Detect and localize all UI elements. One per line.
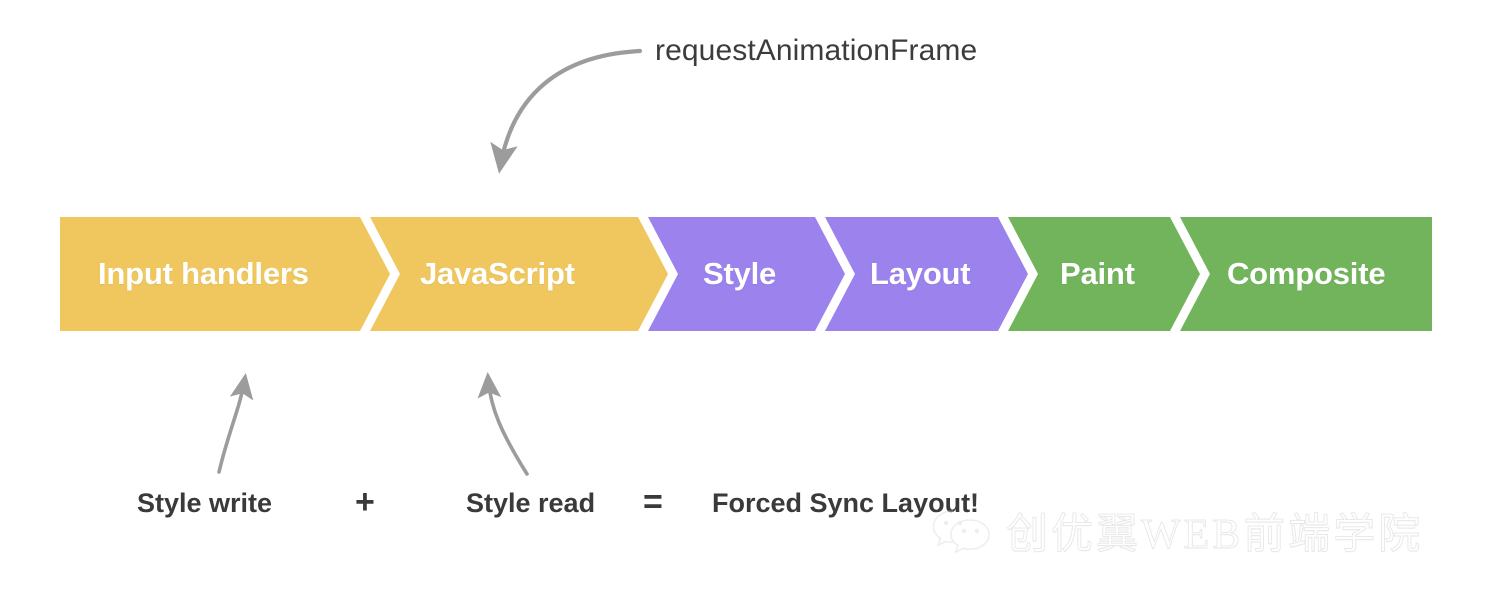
stage-label-layout[interactable]: Layout (870, 217, 971, 331)
stage-label-composite[interactable]: Composite (1227, 217, 1386, 331)
request-animation-frame-label: requestAnimationFrame (655, 34, 978, 67)
pipeline-bar: Input handlers JavaScript Style Layout P… (60, 217, 1432, 331)
stage-label-paint[interactable]: Paint (1060, 217, 1135, 331)
equals-operator: = (643, 483, 663, 521)
style-write-label: Style write (137, 488, 273, 518)
stage-label-javascript[interactable]: JavaScript (420, 217, 575, 331)
style-read-arrow (477, 371, 529, 476)
request-animation-frame-arrow (490, 48, 643, 174)
stage-label-style[interactable]: Style (703, 217, 776, 331)
rendering-pipeline-diagram: requestAnimationFrame Input handlers Jav… (0, 0, 1496, 605)
forced-sync-layout-label: Forced Sync Layout! (712, 488, 980, 518)
watermark-text: 创优翼WEB前端学院 (1005, 512, 1424, 559)
style-read-label: Style read (466, 488, 596, 518)
plus-operator: + (355, 483, 375, 521)
style-write-arrow (217, 373, 254, 474)
watermark: 创优翼WEB前端学院 (930, 500, 1423, 561)
stage-label-input-handlers[interactable]: Input handlers (98, 217, 309, 331)
